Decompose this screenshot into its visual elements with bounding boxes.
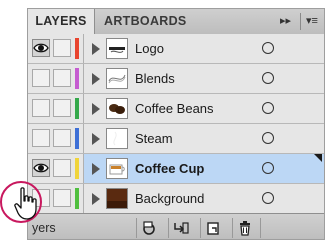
locate-object-button[interactable] [136,218,160,238]
layer-name: Blends [135,71,175,86]
visibility-toggle[interactable] [32,39,50,57]
panel-forward-icon[interactable]: ▸▸ [280,9,291,34]
layer-name-cell[interactable]: Blends [83,64,324,93]
layer-color-swatch [75,128,79,149]
layer-name: Logo [135,41,164,56]
layer-row[interactable]: Background [28,184,324,214]
tab-artboards[interactable]: ARTBOARDS [104,9,187,34]
target-circle-icon[interactable] [262,162,274,174]
layer-name-cell[interactable]: Steam [83,124,324,153]
target-circle-icon[interactable] [262,42,274,54]
layer-row[interactable]: Blends [28,64,324,94]
layer-thumbnail [106,98,128,119]
create-sublayer-icon [174,222,189,234]
layer-thumbnail [106,38,128,59]
selection-indicator [314,154,322,162]
new-layer-icon [207,222,219,235]
layer-color-swatch [75,38,79,59]
divider [300,13,301,30]
layer-row[interactable]: Coffee Cup [28,154,324,184]
layer-color-swatch [75,158,79,179]
disclosure-arrow-icon[interactable] [92,193,100,205]
layer-thumbnail [106,188,128,209]
visibility-toggle[interactable] [32,159,50,177]
layer-row[interactable]: Steam [28,124,324,154]
divider [260,218,261,238]
lock-toggle[interactable] [53,189,71,207]
lock-toggle[interactable] [53,39,71,57]
layer-row[interactable]: Logo [28,34,324,64]
lock-toggle[interactable] [53,99,71,117]
target-circle-icon[interactable] [262,102,274,114]
layer-name-cell[interactable]: Coffee Cup [83,154,324,183]
layers-panel: LAYERS ARTBOARDS ▸▸ ▾≡ Logo Blends Coffee … [27,8,325,240]
lock-toggle[interactable] [53,69,71,87]
layer-name: Coffee Beans [135,101,214,116]
lock-toggle[interactable] [53,159,71,177]
lock-toggle[interactable] [53,129,71,147]
layer-name-cell[interactable]: Coffee Beans [83,94,324,123]
layer-name: Background [135,191,205,206]
layer-color-swatch [75,98,79,119]
new-layer-button[interactable] [200,218,224,238]
layer-row[interactable]: Coffee Beans [28,94,324,124]
trash-icon [240,221,250,236]
visibility-toggle[interactable] [32,99,50,117]
layer-thumbnail [106,68,128,89]
target-circle-icon[interactable] [262,132,274,144]
tab-bar: LAYERS ARTBOARDS ▸▸ ▾≡ [28,9,324,35]
disclosure-arrow-icon[interactable] [92,103,100,115]
layer-name-cell[interactable]: Background [83,184,324,213]
disclosure-arrow-icon[interactable] [92,73,100,85]
visibility-toggle[interactable] [32,69,50,87]
create-sublayer-button[interactable] [168,218,192,238]
hand-cursor-icon [14,187,37,220]
eye-icon [33,163,49,173]
make-clipping-mask-icon [143,221,155,235]
delete-layer-button[interactable] [232,218,256,238]
layer-name-cell[interactable]: Logo [83,34,324,63]
panel-bottom-bar: yers [28,213,324,239]
disclosure-arrow-icon[interactable] [92,163,100,175]
eye-icon [33,43,49,53]
layer-thumbnail [106,158,128,179]
disclosure-arrow-icon[interactable] [92,43,100,55]
target-circle-icon[interactable] [262,72,274,84]
layer-name: Steam [135,131,173,146]
tab-layers[interactable]: LAYERS [28,9,95,35]
target-circle-icon[interactable] [262,192,274,204]
layer-color-swatch [75,188,79,209]
panel-menu-icon[interactable]: ▾≡ [306,9,318,34]
disclosure-arrow-icon[interactable] [92,133,100,145]
visibility-toggle[interactable] [32,129,50,147]
layer-name: Coffee Cup [135,161,205,176]
layer-thumbnail [106,128,128,149]
layer-color-swatch [75,68,79,89]
